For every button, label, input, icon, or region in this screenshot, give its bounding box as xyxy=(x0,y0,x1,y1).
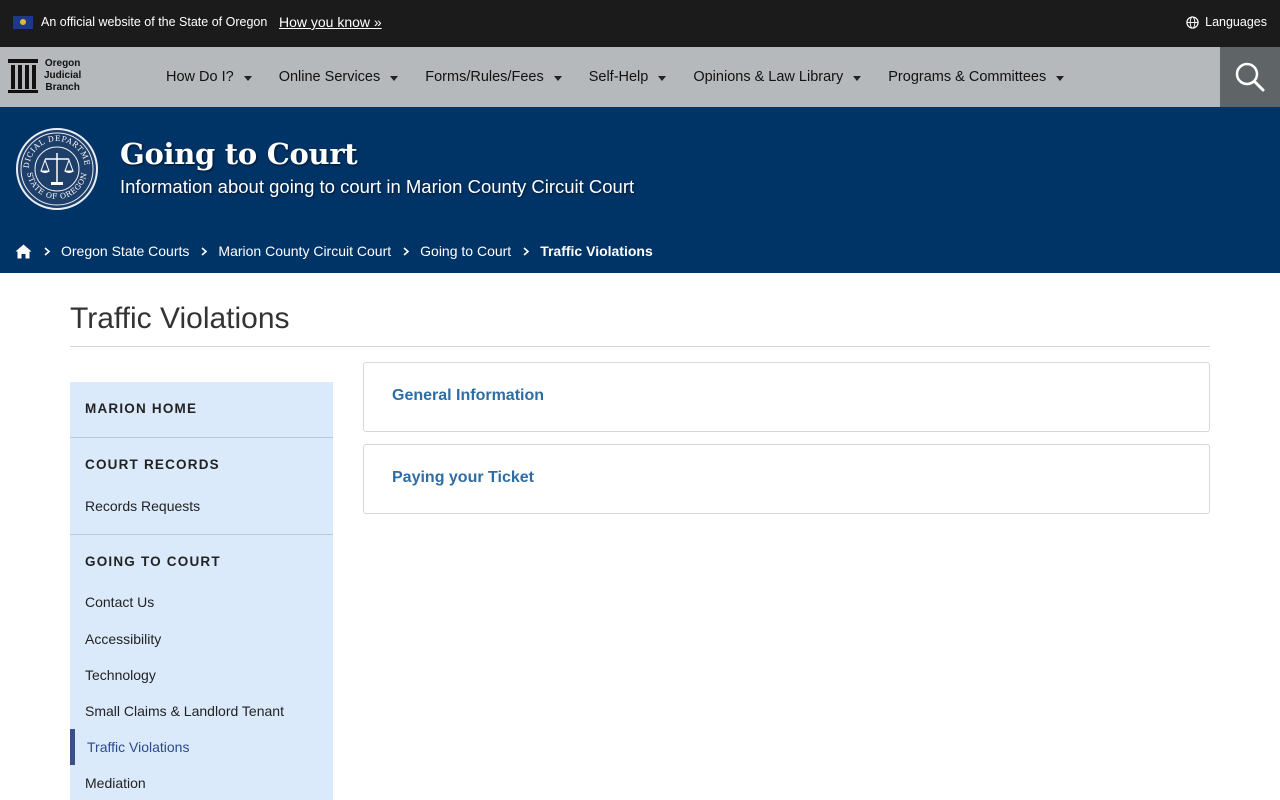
panel-title: Paying your Ticket xyxy=(392,469,534,486)
sidebar-nav: MARION HOME COURT RECORDS Records Reques… xyxy=(70,382,333,800)
languages-button[interactable]: Languages xyxy=(1186,15,1267,29)
breadcrumb-marion-county[interactable]: Marion County Circuit Court xyxy=(218,243,391,259)
panel-general-information[interactable]: General Information xyxy=(363,362,1210,432)
judicial-seal-icon: JUDICIAL DEPARTMENT STATE OF OREGON xyxy=(15,127,98,210)
caret-down-icon xyxy=(390,75,399,81)
official-banner: An official website of the State of Oreg… xyxy=(0,0,1280,47)
nav-item-label: Forms/Rules/Fees xyxy=(425,69,544,85)
sidebar-heading-going-to-court[interactable]: GOING TO COURT xyxy=(85,554,221,569)
oregon-flag-icon xyxy=(13,16,33,29)
sidebar-item-traffic-violations[interactable]: Traffic Violations xyxy=(87,739,189,755)
ojd-logo[interactable]: Oregon Judicial Branch xyxy=(8,58,81,94)
caret-down-icon xyxy=(658,75,667,81)
chevron-right-icon xyxy=(44,246,51,256)
search-icon xyxy=(1235,62,1265,92)
sidebar-heading-court-records[interactable]: COURT RECORDS xyxy=(85,457,220,472)
caret-down-icon xyxy=(243,75,252,81)
caret-down-icon xyxy=(553,75,562,81)
nav-item-online-services[interactable]: Online Services xyxy=(279,69,399,85)
nav-item-label: Online Services xyxy=(278,69,381,85)
breadcrumb-oregon-state-courts[interactable]: Oregon State Courts xyxy=(61,243,189,259)
globe-icon xyxy=(1186,15,1199,29)
divider xyxy=(70,534,333,535)
how-you-know-link[interactable]: How you know » xyxy=(279,14,382,30)
logo-line-2: Judicial xyxy=(44,70,82,81)
logo-text: Oregon Judicial Branch xyxy=(44,58,81,94)
search-button[interactable] xyxy=(1220,47,1280,107)
sidebar-item-records-requests[interactable]: Records Requests xyxy=(85,498,200,514)
home-icon[interactable] xyxy=(15,244,32,259)
caret-down-icon xyxy=(853,75,862,81)
divider xyxy=(70,437,333,438)
panel-paying-your-ticket[interactable]: Paying your Ticket xyxy=(363,444,1210,514)
nav-item-opinions-law-library[interactable]: Opinions & Law Library xyxy=(693,69,862,85)
logo-line-1: Oregon xyxy=(44,58,81,69)
breadcrumb: Oregon State Courts Marion County Circui… xyxy=(15,243,653,259)
chevron-right-icon xyxy=(523,246,530,256)
sidebar-item-mediation[interactable]: Mediation xyxy=(85,775,146,791)
page-header: JUDICIAL DEPARTMENT STATE OF OREGON Goin… xyxy=(0,107,1280,273)
chevron-right-icon xyxy=(403,246,410,256)
section-subtitle: Information about going to court in Mari… xyxy=(120,176,635,197)
nav-item-programs-committees[interactable]: Programs & Committees xyxy=(888,69,1065,85)
active-item-marker xyxy=(70,729,75,765)
section-title: Going to Court xyxy=(120,137,358,171)
nav-item-forms-rules-fees[interactable]: Forms/Rules/Fees xyxy=(425,69,562,85)
breadcrumb-current: Traffic Violations xyxy=(540,243,653,259)
languages-label: Languages xyxy=(1205,15,1267,29)
courthouse-column-icon xyxy=(8,59,38,93)
breadcrumb-going-to-court[interactable]: Going to Court xyxy=(420,243,511,259)
official-site-text: An official website of the State of Oreg… xyxy=(41,15,268,29)
nav-item-label: Self-Help xyxy=(588,69,649,85)
nav-item-how-do-i[interactable]: How Do I? xyxy=(166,69,252,85)
panel-title: General Information xyxy=(392,387,545,404)
caret-down-icon xyxy=(1056,75,1065,81)
nav-item-label: How Do I? xyxy=(166,69,234,85)
sidebar-item-contact-us[interactable]: Contact Us xyxy=(85,594,154,610)
logo-line-3: Branch xyxy=(45,82,80,93)
nav-item-label: Programs & Committees xyxy=(888,69,1047,85)
main-nav: Oregon Judicial Branch How Do I? Online … xyxy=(0,47,1280,107)
sidebar-item-small-claims[interactable]: Small Claims & Landlord Tenant xyxy=(85,703,284,719)
sidebar-item-technology[interactable]: Technology xyxy=(85,667,156,683)
sidebar-heading-marion-home[interactable]: MARION HOME xyxy=(85,401,197,416)
nav-item-label: Opinions & Law Library xyxy=(693,69,844,85)
sidebar-item-accessibility[interactable]: Accessibility xyxy=(85,631,161,647)
divider xyxy=(70,346,1210,347)
chevron-right-icon xyxy=(201,246,208,256)
page-title: Traffic Violations xyxy=(70,302,290,335)
nav-item-self-help[interactable]: Self-Help xyxy=(589,69,667,85)
nav-menu: How Do I? Online Services Forms/Rules/Fe… xyxy=(166,47,1091,107)
